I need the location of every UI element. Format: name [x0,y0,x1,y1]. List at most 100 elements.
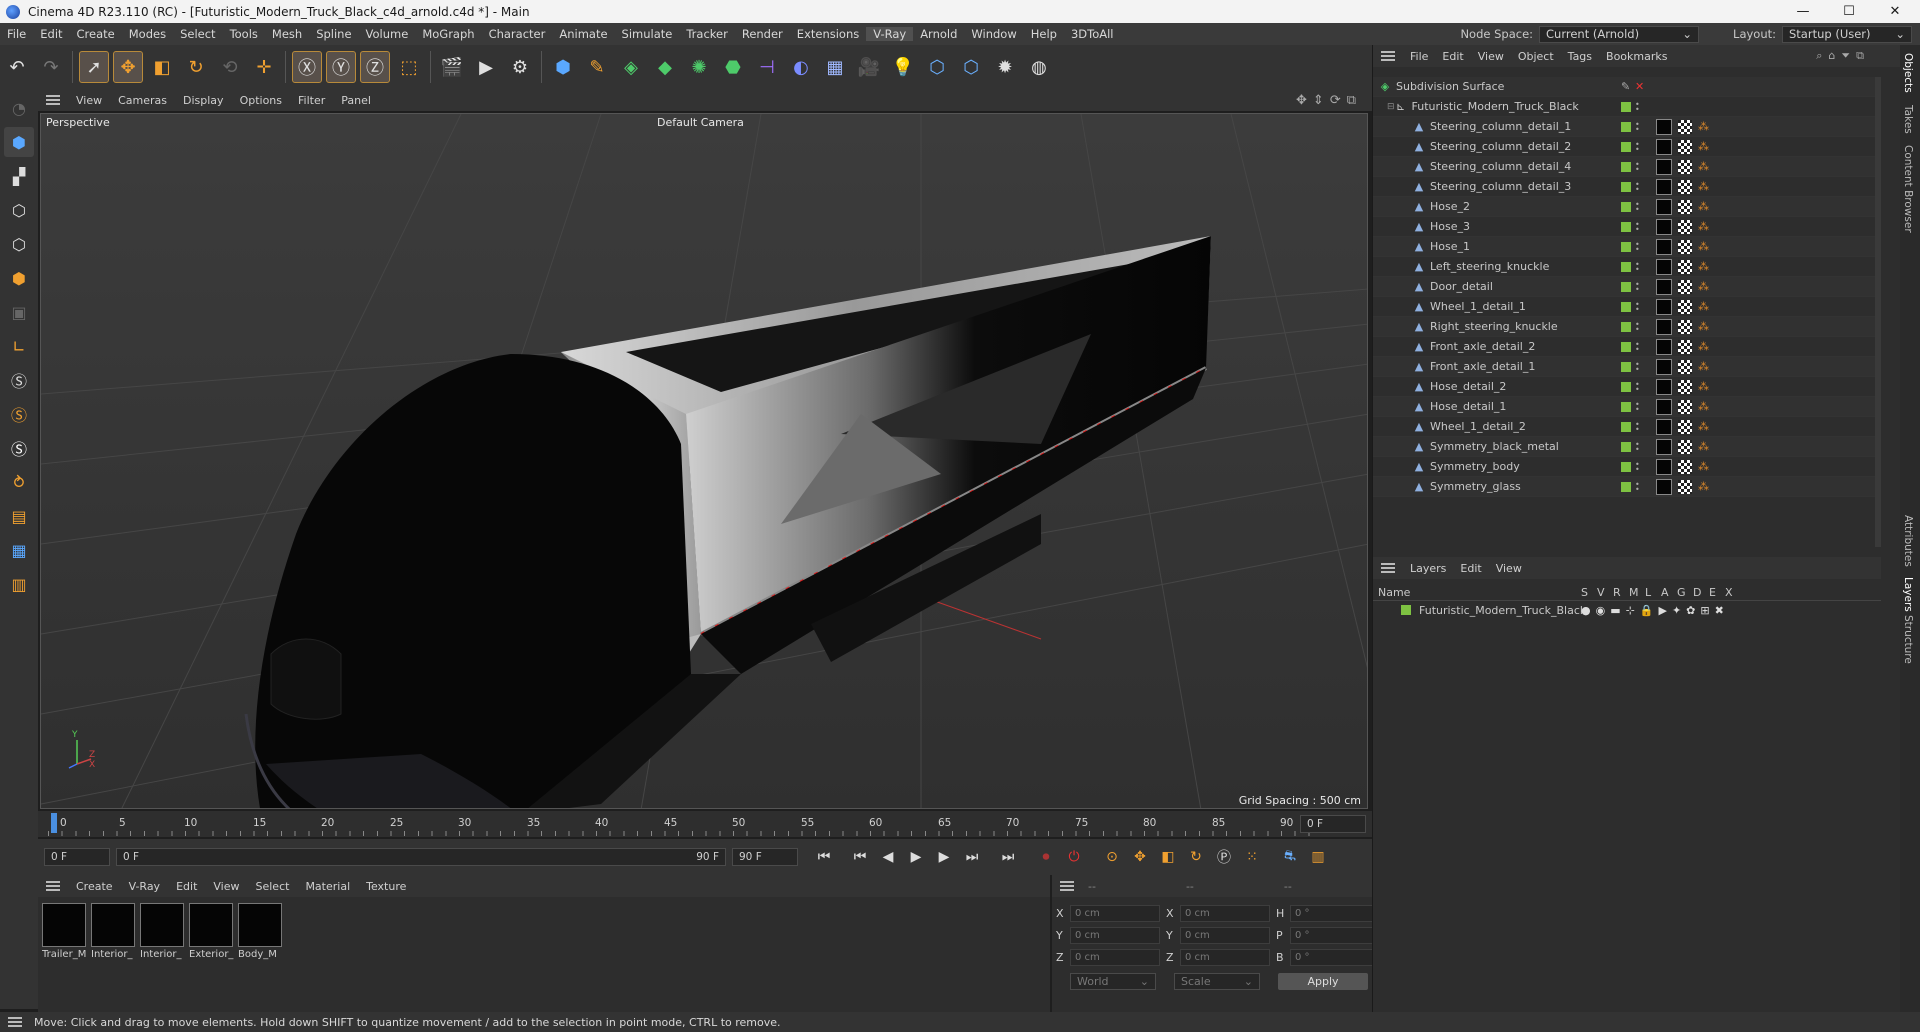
render-dots-icon[interactable]: • • [1635,260,1640,273]
light-icon[interactable]: 💡 [888,51,918,83]
cloner-icon[interactable]: ✺ [684,51,714,83]
arnold-tag-icon[interactable]: ⁂ [1698,460,1709,473]
material-menu-vray[interactable]: V-Ray [121,880,169,893]
hamburger-icon[interactable] [1381,51,1395,61]
polygons-mode-icon[interactable]: ⬢ [4,263,34,293]
material-menu-texture[interactable]: Texture [358,880,414,893]
model-mode-icon[interactable]: ⬢ [4,127,34,157]
previous-key-icon[interactable]: ⏮ [848,845,872,869]
rot-b-field[interactable]: 0 ° [1290,949,1376,966]
object-menu-file[interactable]: File [1403,50,1435,63]
material-tag-icon[interactable] [1656,258,1672,275]
menu-create[interactable]: Create [70,27,122,41]
object-menu-view[interactable]: View [1471,50,1511,63]
material-tag-icon[interactable] [1656,418,1672,435]
end-frame-field[interactable]: 90 F [732,848,798,866]
object-menu-bookmarks[interactable]: Bookmarks [1599,50,1674,63]
object-list-scrollbar[interactable] [1875,77,1881,547]
place-tool-icon[interactable]: ✛ [249,51,279,83]
transform-tool-icon[interactable]: ⟲ [215,51,245,83]
minimize-button[interactable]: — [1780,0,1826,23]
pos-y-field[interactable]: 0 cm [1070,927,1160,944]
side-tab-layers[interactable]: Layers [1902,577,1914,612]
menu-file[interactable]: File [0,27,33,41]
render-dots-icon[interactable]: • • [1635,100,1640,113]
object-menu-tags[interactable]: Tags [1561,50,1599,63]
object-row[interactable]: ▲ Hose_detail_1 • • ⁂ [1373,397,1881,417]
visibility-check[interactable] [1621,401,1631,412]
texture-tag-icon[interactable] [1678,119,1692,134]
layout-dropdown[interactable]: Startup (User) ⌄ [1782,25,1912,43]
locked-workplane-icon[interactable]: ▥ [4,569,34,599]
maximize-button[interactable]: ☐ [1826,0,1872,23]
pos-x-field[interactable]: 0 cm [1070,905,1160,922]
undo-icon[interactable]: ↶ [2,51,32,83]
texture-tag-icon[interactable] [1678,419,1692,434]
hamburger-icon[interactable] [1381,563,1395,573]
arnold-tag-icon[interactable]: ⁂ [1698,340,1709,353]
render-dots-icon[interactable]: • • [1635,220,1640,233]
coordinate-space-dropdown[interactable]: World ⌄ [1070,973,1156,990]
start-frame-field[interactable]: 0 F [44,848,110,866]
key-position-icon[interactable]: ✥ [1128,845,1152,869]
snap-settings-icon[interactable]: Ⓢ [4,399,34,429]
floor-icon[interactable]: ▦ [820,51,850,83]
arnold-tag-icon[interactable]: ⁂ [1698,300,1709,313]
material-menu-material[interactable]: Material [297,880,358,893]
viewport-menu-options[interactable]: Options [232,94,290,107]
node-space-dropdown[interactable]: Current (Arnold) ⌄ [1539,25,1700,43]
size-x-field[interactable]: 0 cm [1180,905,1270,922]
texture-tag-icon[interactable] [1678,479,1692,494]
redo-icon[interactable]: ↷ [36,51,66,83]
workplane-icon[interactable]: ▤ [4,501,34,531]
object-menu-edit[interactable]: Edit [1435,50,1470,63]
material-tag-icon[interactable] [1656,158,1672,175]
field-icon[interactable]: ◐ [786,51,816,83]
subdivision-icon[interactable]: ◈ [616,51,646,83]
render-dots-icon[interactable]: • • [1635,140,1640,153]
arnold-tag-icon[interactable]: ⁂ [1698,380,1709,393]
object-manager-search-icons[interactable]: ⌕⌂⏷⧉ [1816,49,1870,63]
render-dots-icon[interactable]: • • [1635,120,1640,133]
points-mode-icon[interactable]: ⬡ [4,195,34,225]
visibility-check[interactable] [1621,441,1631,452]
z-axis-lock-icon[interactable]: Ⓩ [360,51,390,83]
material-swatch[interactable]: Trailer_M [42,903,88,960]
menu-edit[interactable]: Edit [33,27,69,41]
viewport-menu-view[interactable]: View [68,94,110,107]
material-tag-icon[interactable] [1656,358,1672,375]
arnold-tag-icon[interactable]: ⁂ [1698,220,1709,233]
move-tool-icon[interactable]: ✥ [113,51,143,83]
arnold-tag-icon[interactable]: ⁂ [1698,360,1709,373]
arnold-tag-icon[interactable]: ⁂ [1698,160,1709,173]
menu-tracker[interactable]: Tracker [679,27,735,41]
texture-tag-icon[interactable] [1678,299,1692,314]
menu-arnold[interactable]: Arnold [913,27,964,41]
arnold-tag-icon[interactable]: ⁂ [1698,240,1709,253]
material-tag-icon[interactable] [1656,118,1672,135]
frame-range-slider[interactable]: 0 F 90 F [116,848,726,866]
material-tag-icon[interactable] [1656,218,1672,235]
object-menu-object[interactable]: Object [1511,50,1561,63]
close-button[interactable]: ✕ [1872,0,1918,23]
menu-extensions[interactable]: Extensions [790,27,866,41]
arnold-tag-icon[interactable]: ⁂ [1698,260,1709,273]
hamburger-icon[interactable] [46,881,60,891]
visibility-check[interactable] [1621,361,1631,372]
axis-mode-icon[interactable]: ∟ [4,331,34,361]
layer-toggle-icons[interactable]: ●◉▬⊹🔒▶✦✿⊞✖ [1581,604,1729,617]
render-dots-icon[interactable]: • • [1635,340,1640,353]
object-row[interactable]: ▲ Symmetry_black_metal • • ⁂ [1373,437,1881,457]
key-scale-icon[interactable]: ◧ [1156,845,1180,869]
visibility-check[interactable] [1621,201,1631,212]
menu-window[interactable]: Window [964,27,1023,41]
arnold-tag-icon[interactable]: ⁂ [1698,440,1709,453]
cube-icon[interactable]: ⬢ [548,51,578,83]
visibility-check[interactable] [1621,141,1631,152]
key-pla-icon[interactable]: ⁙ [1240,845,1264,869]
render-dots-icon[interactable]: • • [1635,200,1640,213]
visibility-check[interactable] [1621,281,1631,292]
visibility-check[interactable] [1621,221,1631,232]
3d-viewport[interactable]: Perspective Default Camera Grid Spacing … [40,113,1368,809]
viewport-menu-filter[interactable]: Filter [290,94,333,107]
